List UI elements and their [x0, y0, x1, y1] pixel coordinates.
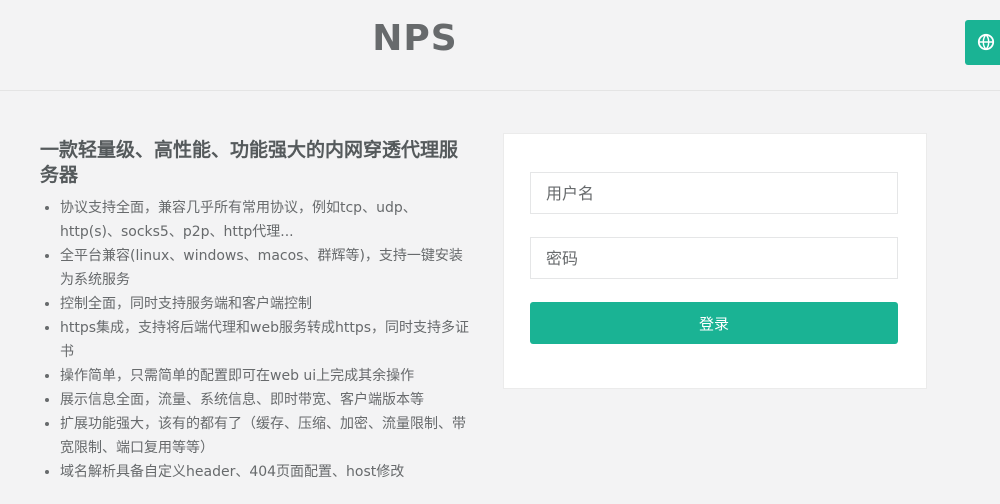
login-button[interactable]: 登录	[530, 302, 898, 344]
feature-item: 全平台兼容(linux、windows、macos、群辉等)，支持一键安装为系统…	[60, 244, 470, 292]
language-toggle-button[interactable]	[965, 20, 1000, 65]
feature-item: 操作简单，只需简单的配置即可在web ui上完成其余操作	[60, 364, 470, 388]
intro-section: 一款轻量级、高性能、功能强大的内网穿透代理服务器 协议支持全面，兼容几乎所有常用…	[40, 138, 470, 484]
feature-list: 协议支持全面，兼容几乎所有常用协议，例如tcp、udp、http(s)、sock…	[40, 196, 470, 484]
feature-item: 扩展功能强大，该有的都有了（缓存、压缩、加密、流量限制、带宽限制、端口复用等等）	[60, 412, 470, 460]
top-header: NPS	[0, 0, 1000, 91]
feature-item: https集成，支持将后端代理和web服务转成https，同时支持多证书	[60, 316, 470, 364]
login-panel: 登录	[503, 133, 927, 389]
feature-item: 协议支持全面，兼容几乎所有常用协议，例如tcp、udp、http(s)、sock…	[60, 196, 470, 244]
username-input[interactable]	[530, 172, 898, 214]
feature-item: 域名解析具备自定义header、404页面配置、host修改	[60, 460, 470, 484]
globe-icon	[977, 33, 995, 51]
password-input[interactable]	[530, 237, 898, 279]
app-logo: NPS	[372, 18, 458, 59]
feature-item: 控制全面，同时支持服务端和客户端控制	[60, 292, 470, 316]
intro-title: 一款轻量级、高性能、功能强大的内网穿透代理服务器	[40, 139, 459, 186]
feature-item: 展示信息全面，流量、系统信息、即时带宽、客户端版本等	[60, 388, 470, 412]
